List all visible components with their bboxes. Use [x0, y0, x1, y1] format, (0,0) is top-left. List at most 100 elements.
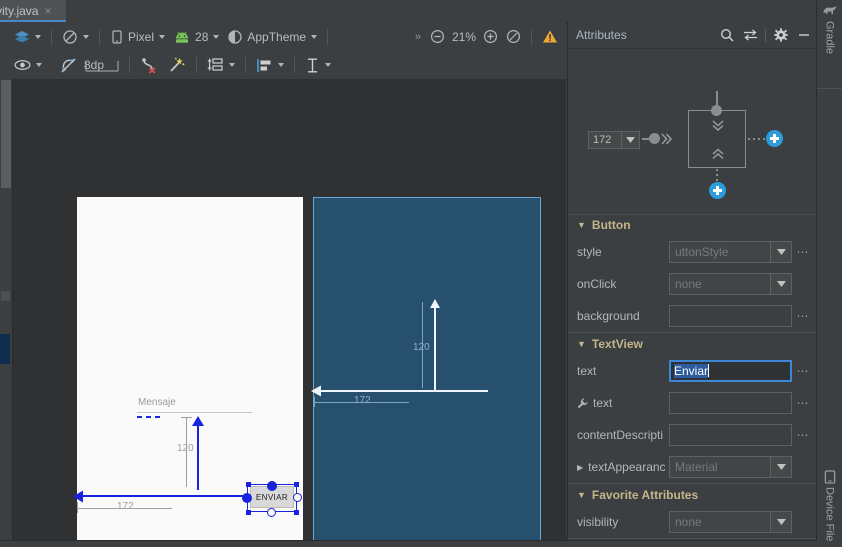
constraint-create-bottom-button[interactable] [709, 182, 726, 199]
constraint-anchor-top-widget[interactable] [711, 105, 722, 116]
blueprint-top-constraint-line [434, 306, 436, 391]
layers-icon [15, 30, 29, 42]
design-view-preview[interactable]: Mensaje 120 172 ENVIAR [73, 197, 303, 547]
eye-icon [14, 60, 31, 70]
chevron-down-icon[interactable] [770, 512, 791, 532]
selection-handle-top-left[interactable] [246, 482, 251, 487]
blueprint-vertical-margin-label: 120 [413, 342, 430, 353]
visibility-dropdown[interactable]: none [669, 511, 792, 533]
text-more-button[interactable]: ⋯ [792, 364, 814, 378]
guidelines-button[interactable] [302, 54, 334, 76]
align-left-icon [257, 58, 271, 72]
constraint-top-chevrons [712, 119, 724, 133]
zoom-to-fit-button[interactable] [503, 26, 524, 48]
constraint-anchor-bottom[interactable] [267, 508, 276, 517]
zoom-in-button[interactable] [480, 26, 501, 48]
design-view-left-constraint-line [80, 495, 252, 497]
collapse-triangle-icon: ▼ [577, 339, 586, 349]
style-more-button[interactable]: ⋯ [792, 245, 814, 259]
text-value: Enviar [674, 364, 709, 378]
toggle-view-icon[interactable] [742, 27, 758, 43]
close-icon[interactable]: × [44, 5, 51, 17]
zoom-controls-group: » 21% [410, 22, 566, 51]
selection-handle-bottom-left[interactable] [246, 510, 251, 515]
pack-button[interactable] [204, 54, 238, 76]
canvas-scrollbar[interactable] [0, 79, 13, 547]
attribute-row-onclick: onClick none ⋯ [568, 268, 818, 300]
section-header-favorites[interactable]: ▼ Favorite Attributes [568, 484, 818, 506]
clear-constraints-button[interactable] [137, 54, 162, 76]
attribute-label: background [577, 309, 640, 323]
toolbar-overflow-button[interactable]: » [410, 31, 426, 43]
canvas-scrollbar-secondary-thumb[interactable] [1, 291, 10, 301]
zoom-out-button[interactable] [427, 26, 448, 48]
design-view-edittext-underline [137, 412, 252, 413]
onclick-dropdown[interactable]: none [669, 273, 792, 295]
align-button[interactable] [253, 54, 287, 76]
attribute-label: text [593, 396, 613, 410]
device-selector[interactable]: Pixel [107, 26, 168, 48]
expand-triangle-icon[interactable]: ▶ [577, 463, 583, 472]
view-options-button[interactable] [11, 54, 45, 76]
section-header-button[interactable]: ▼ Button [568, 214, 818, 236]
editor-tab-activity-java[interactable]: vity.java × [0, 0, 66, 21]
constraint-anchor-left[interactable] [242, 493, 252, 503]
editor-tab-label: vity.java [0, 3, 39, 18]
constraint-anchor-right[interactable] [293, 493, 302, 502]
constraint-anchor-top[interactable] [267, 481, 277, 491]
toolbar-divider [531, 28, 532, 45]
warning-button[interactable] [539, 26, 561, 48]
zoom-in-icon [483, 29, 498, 44]
textappearance-dropdown[interactable]: Material [669, 456, 792, 478]
constraint-create-right-button[interactable] [766, 130, 783, 147]
chevron-down-icon[interactable] [770, 457, 791, 477]
attribute-row-background: background ⋯ [568, 300, 818, 332]
section-header-textview[interactable]: ▼ TextView [568, 333, 818, 355]
orientation-button[interactable] [59, 26, 92, 48]
infer-constraints-button[interactable] [164, 54, 189, 76]
api-level-selector[interactable]: 28 [170, 26, 222, 48]
background-more-button[interactable]: ⋯ [792, 309, 814, 323]
design-canvas[interactable]: Mensaje 120 172 ENVIAR 120 172 [0, 79, 566, 547]
design-view-hint-label: Mensaje [138, 397, 176, 408]
constraint-anchor-left-widget[interactable] [649, 133, 660, 144]
blueprint-view-preview[interactable]: 120 172 ENVIAR [311, 197, 541, 547]
canvas-scrollbar-thumb[interactable] [1, 80, 11, 188]
left-margin-combo[interactable]: 172 [588, 131, 640, 149]
section-title: Button [591, 218, 631, 232]
selection-handle-top-right[interactable] [294, 482, 299, 487]
toolbar-divider [99, 28, 100, 45]
background-input[interactable] [669, 305, 792, 327]
theme-selector[interactable]: AppTheme [224, 26, 320, 48]
chevron-down-icon[interactable] [621, 132, 639, 148]
selection-handle-bottom-right[interactable] [294, 510, 299, 515]
chevron-down-icon[interactable] [770, 274, 791, 294]
constraint-widget[interactable]: 172 [568, 49, 818, 215]
design-toolbar-primary: Pixel 28 AppTheme » 21% [0, 22, 566, 52]
minimize-icon[interactable] [796, 27, 812, 43]
chevron-down-icon[interactable] [770, 242, 791, 262]
style-dropdown[interactable]: uttonStyle [669, 241, 792, 263]
layout-variants-button[interactable] [11, 26, 44, 48]
autoconnect-off-icon [61, 58, 76, 72]
contentdescription-more-button[interactable]: ⋯ [792, 428, 814, 442]
text-input[interactable]: Enviar [669, 360, 792, 382]
gear-icon[interactable] [773, 27, 789, 43]
right-tool-window-bar: Gradle Device File [816, 0, 842, 547]
design-view-vertical-margin-label: 120 [177, 443, 194, 454]
chevron-down-icon [311, 34, 318, 39]
autoconnect-toggle-button[interactable] [57, 54, 80, 76]
tool-window-tab-gradle[interactable]: Gradle [817, 4, 842, 54]
canvas-scrollbar-marker [0, 334, 10, 364]
search-icon[interactable] [719, 27, 735, 43]
clear-constraints-icon [142, 57, 156, 74]
default-margin-button[interactable]: 8dp [82, 54, 122, 76]
design-view-top-constraint-arrow [192, 416, 204, 426]
text-resource-more-button[interactable]: ⋯ [792, 396, 814, 410]
text-resource-input[interactable] [669, 392, 792, 414]
contentdescription-input[interactable] [669, 424, 792, 446]
section-title: TextView [591, 337, 643, 351]
onclick-value: none [675, 277, 702, 291]
tool-window-tab-device-file-explorer[interactable]: Device File [817, 470, 842, 541]
attribute-row-textappearance: ▶ textAppearanc Material ⋯ [568, 451, 818, 483]
